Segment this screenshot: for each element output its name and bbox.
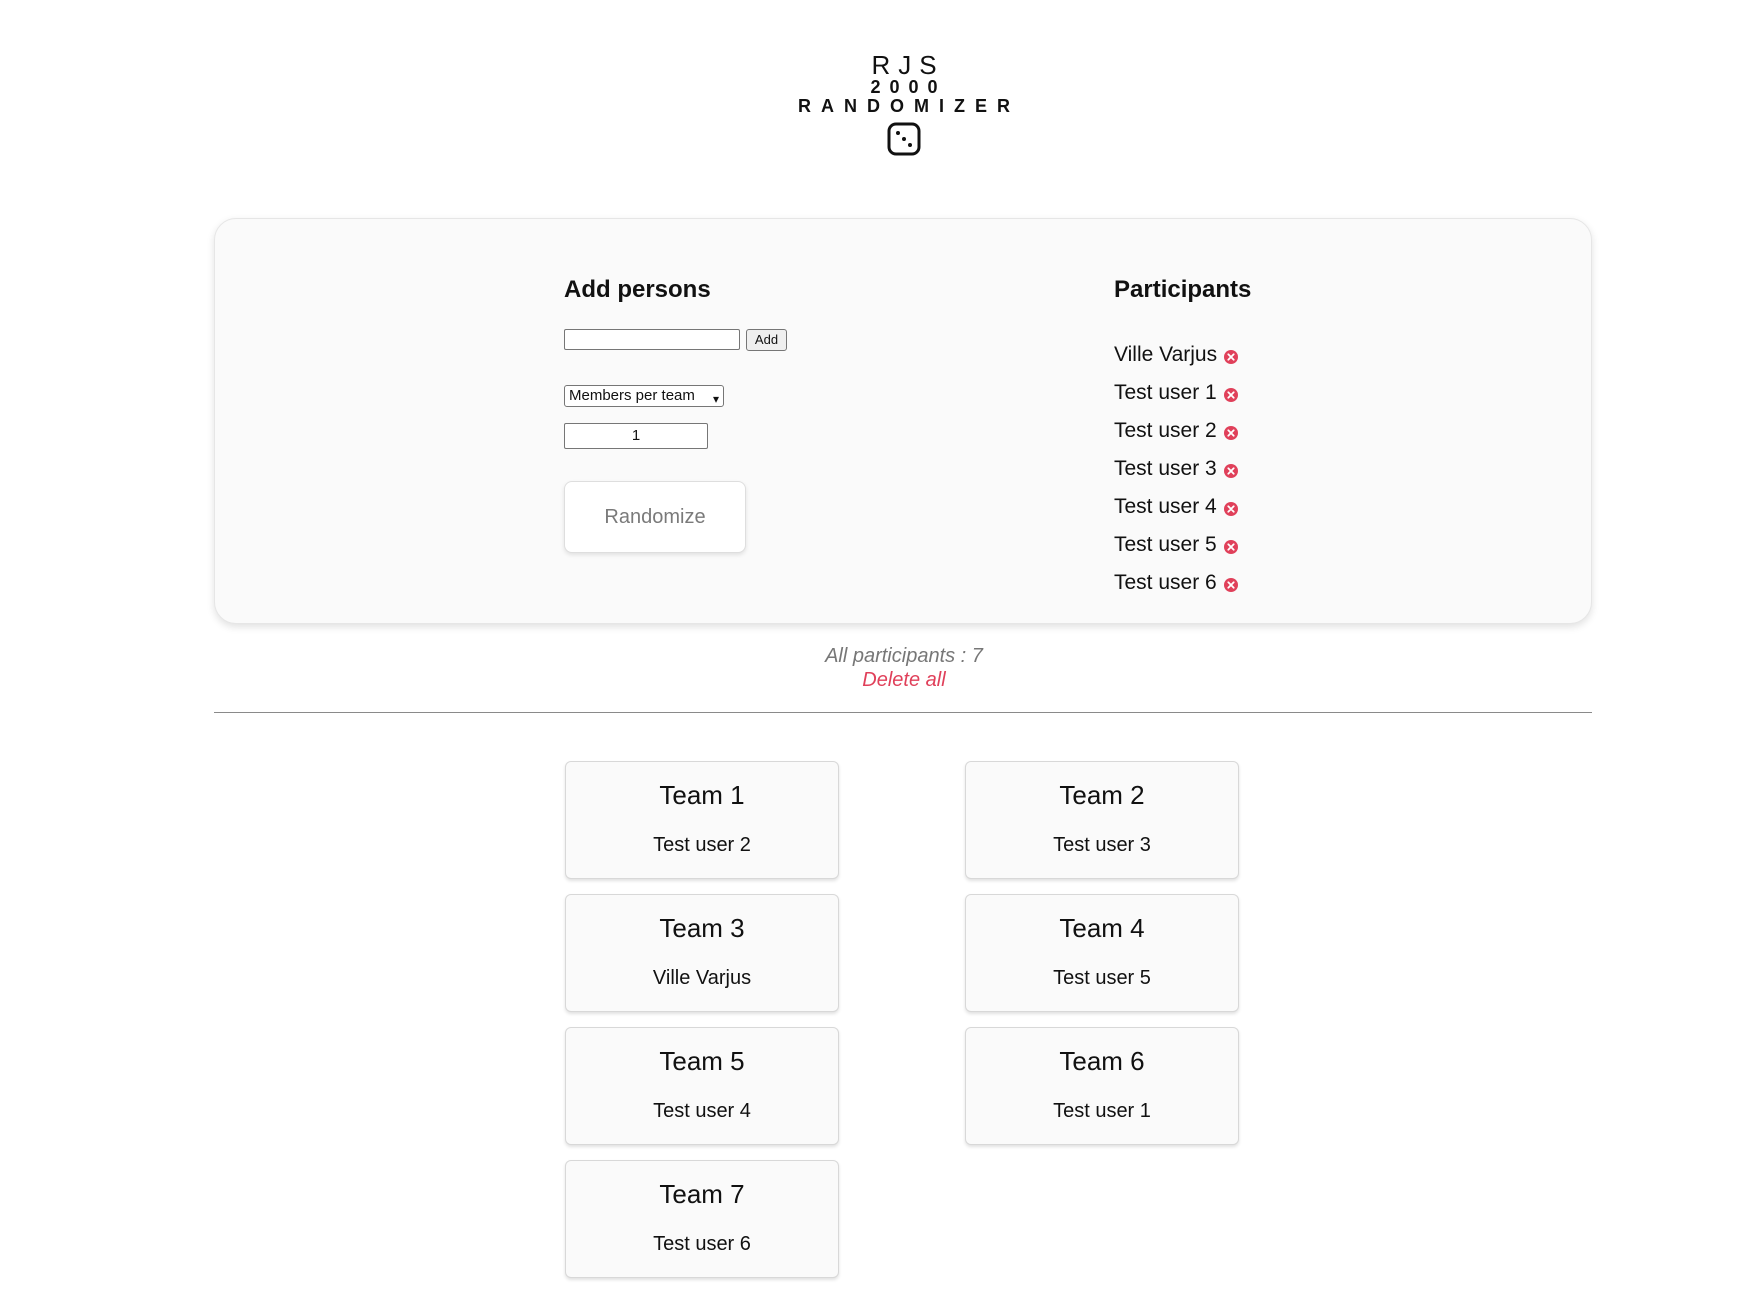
team-card: Team 6 Test user 1 [965,1027,1239,1145]
participant-name: Test user 2 [1114,419,1217,442]
team-mode-selected-value: Members per team [569,387,695,404]
participant-item: Test user 1 [1114,374,1239,412]
team-name: Team 3 [659,913,745,943]
participant-count: All participants : 7 [825,645,983,667]
team-name: Team 6 [1059,1046,1145,1076]
team-member: Test user 4 [653,1100,751,1122]
team-name: Team 4 [1059,913,1145,943]
team-name: Team 5 [659,1046,745,1076]
chevron-down-icon: ▾ [712,392,719,406]
participant-name: Test user 4 [1114,495,1217,518]
team-member: Test user 3 [1053,834,1151,856]
remove-participant-icon[interactable] [1223,575,1239,592]
remove-participant-icon[interactable] [1223,499,1239,516]
team-card: Team 5 Test user 4 [565,1027,839,1145]
participant-item: Ville Varjus [1114,336,1239,374]
randomize-button[interactable]: Randomize [564,481,746,553]
participants-heading: Participants [1114,276,1252,303]
remove-participant-icon[interactable] [1223,385,1239,402]
participant-name: Test user 1 [1114,381,1217,404]
input-panel [214,218,1592,624]
section-divider [214,712,1592,713]
participant-list: Ville Varjus Test user 1 Test user 2 Tes… [1114,336,1239,602]
team-card: Team 7 Test user 6 [565,1160,839,1278]
participants-summary: All participants : 7 Delete all [0,644,1742,692]
remove-participant-icon[interactable] [1223,347,1239,364]
remove-participant-icon[interactable] [1223,537,1239,554]
team-member: Test user 1 [1053,1100,1151,1122]
participant-name: Test user 3 [1114,457,1217,480]
team-name: Team 7 [659,1179,745,1209]
participant-item: Test user 5 [1114,526,1239,564]
add-button[interactable]: Add [746,329,787,351]
team-card: Team 3 Ville Varjus [565,894,839,1012]
team-name: Team 1 [659,780,745,810]
team-size-input[interactable]: 1 [564,423,708,449]
team-mode-select[interactable]: Members per team ▾ [564,385,724,407]
remove-participant-icon[interactable] [1223,423,1239,440]
team-card: Team 1 Test user 2 [565,761,839,879]
app-logo: RJS 2000 RANDOMIZER [0,52,1742,161]
logo-line-2: 2000 [870,77,947,97]
add-persons-heading: Add persons [564,276,711,303]
participant-item: Test user 2 [1114,412,1239,450]
person-name-input[interactable] [564,329,740,350]
team-member: Test user 6 [653,1233,751,1255]
logo-line-3: RANDOMIZER [798,96,1020,116]
team-member: Test user 2 [653,834,751,856]
participant-item: Test user 3 [1114,450,1239,488]
logo-line-1: RJS [871,50,945,80]
team-card: Team 2 Test user 3 [965,761,1239,879]
team-member: Ville Varjus [652,967,752,989]
remove-participant-icon[interactable] [1223,461,1239,478]
participant-item: Test user 4 [1114,488,1239,526]
team-member: Test user 5 [1053,967,1151,989]
team-card: Team 4 Test user 5 [965,894,1239,1012]
participant-name: Ville Varjus [1114,343,1218,366]
delete-all-link[interactable]: Delete all [0,668,1742,692]
participant-name: Test user 5 [1114,533,1217,556]
dice-icon [887,122,921,161]
team-name: Team 2 [1059,780,1145,810]
participant-item: Test user 6 [1114,564,1239,602]
participant-name: Test user 6 [1114,571,1217,594]
